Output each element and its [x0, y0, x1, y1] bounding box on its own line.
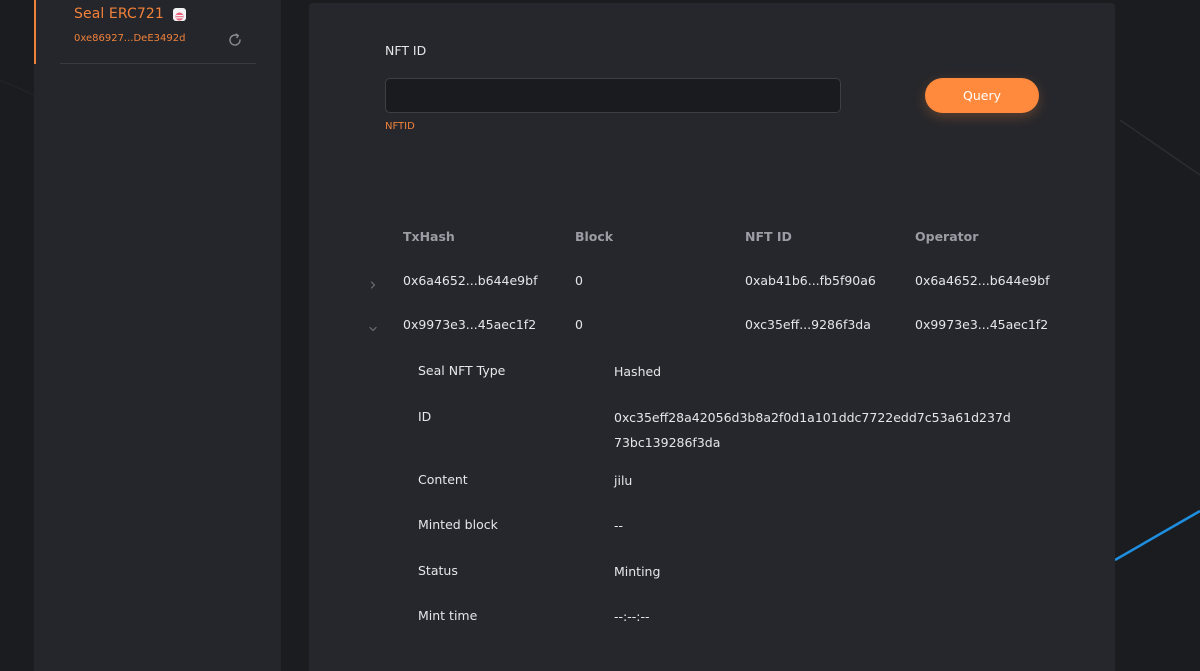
- cell-operator: 0x6a4652...b644e9bf: [915, 273, 1050, 288]
- chevron-down-icon[interactable]: [367, 320, 379, 332]
- cell-block: 0: [575, 273, 583, 288]
- detail-value-minted-block: --: [614, 518, 624, 533]
- table-row[interactable]: 0x6a4652...b644e9bf 0 0xab41b6...fb5f90a…: [359, 273, 1079, 317]
- contract-address: 0xe86927...DeE3492d: [74, 33, 186, 44]
- refresh-icon[interactable]: [227, 32, 243, 48]
- column-header-txhash: TxHash: [403, 229, 455, 244]
- sidebar-contract-item[interactable]: Seal ERC721 0xe86927...DeE3492d: [34, 0, 281, 64]
- cell-txhash: 0x9973e3...45aec1f2: [403, 317, 537, 332]
- column-header-operator: Operator: [915, 229, 979, 244]
- sidebar: Seal ERC721 0xe86927...DeE3492d: [34, 0, 281, 671]
- column-header-block: Block: [575, 229, 614, 244]
- cell-txhash: 0x6a4652...b644e9bf: [403, 273, 538, 288]
- nft-id-input[interactable]: [385, 78, 841, 113]
- cell-operator: 0x9973e3...45aec1f2: [915, 317, 1049, 332]
- detail-value-type: Hashed: [614, 364, 662, 379]
- nft-id-error-text: NFTID: [385, 121, 415, 132]
- detail-value-status: Minting: [614, 564, 661, 579]
- cell-nft-id: 0xab41b6...fb5f90a6: [745, 273, 876, 288]
- detail-value-id: 0xc35eff28a42056d3b8a2f0d1a101ddc7722edd…: [614, 410, 1011, 450]
- detail-label-content: Content: [418, 472, 468, 487]
- detail-label-type: Seal NFT Type: [418, 363, 506, 378]
- main-panel: NFT ID NFTID Query TxHash Block NFT ID O…: [309, 3, 1115, 671]
- detail-label-status: Status: [418, 563, 458, 578]
- column-header-nft-id: NFT ID: [745, 229, 792, 244]
- background-line-gray: [1119, 119, 1200, 176]
- chevron-right-icon[interactable]: [367, 276, 379, 289]
- detail-value-content: jilu: [614, 473, 633, 488]
- contract-logo-icon: [173, 8, 186, 21]
- cell-nft-id: 0xc35eff...9286f3da: [745, 317, 871, 332]
- detail-label-mint-time: Mint time: [418, 608, 478, 623]
- active-indicator: [34, 0, 36, 64]
- detail-label-id: ID: [418, 409, 432, 424]
- detail-value-mint-time: --:--:--: [614, 609, 650, 624]
- contract-name: Seal ERC721: [74, 6, 164, 22]
- cell-block: 0: [575, 317, 583, 332]
- nft-id-label: NFT ID: [385, 43, 427, 58]
- detail-label-minted-block: Minted block: [418, 517, 498, 532]
- background-line-left: [0, 79, 35, 96]
- background-line-blue: [1114, 509, 1200, 562]
- query-button[interactable]: Query: [925, 78, 1039, 113]
- app-stage: Seal ERC721 0xe86927...DeE3492d NFT ID N…: [0, 0, 1200, 671]
- sidebar-divider: [60, 63, 256, 64]
- table-row[interactable]: 0x9973e3...45aec1f2 0 0xc35eff...9286f3d…: [359, 317, 1079, 361]
